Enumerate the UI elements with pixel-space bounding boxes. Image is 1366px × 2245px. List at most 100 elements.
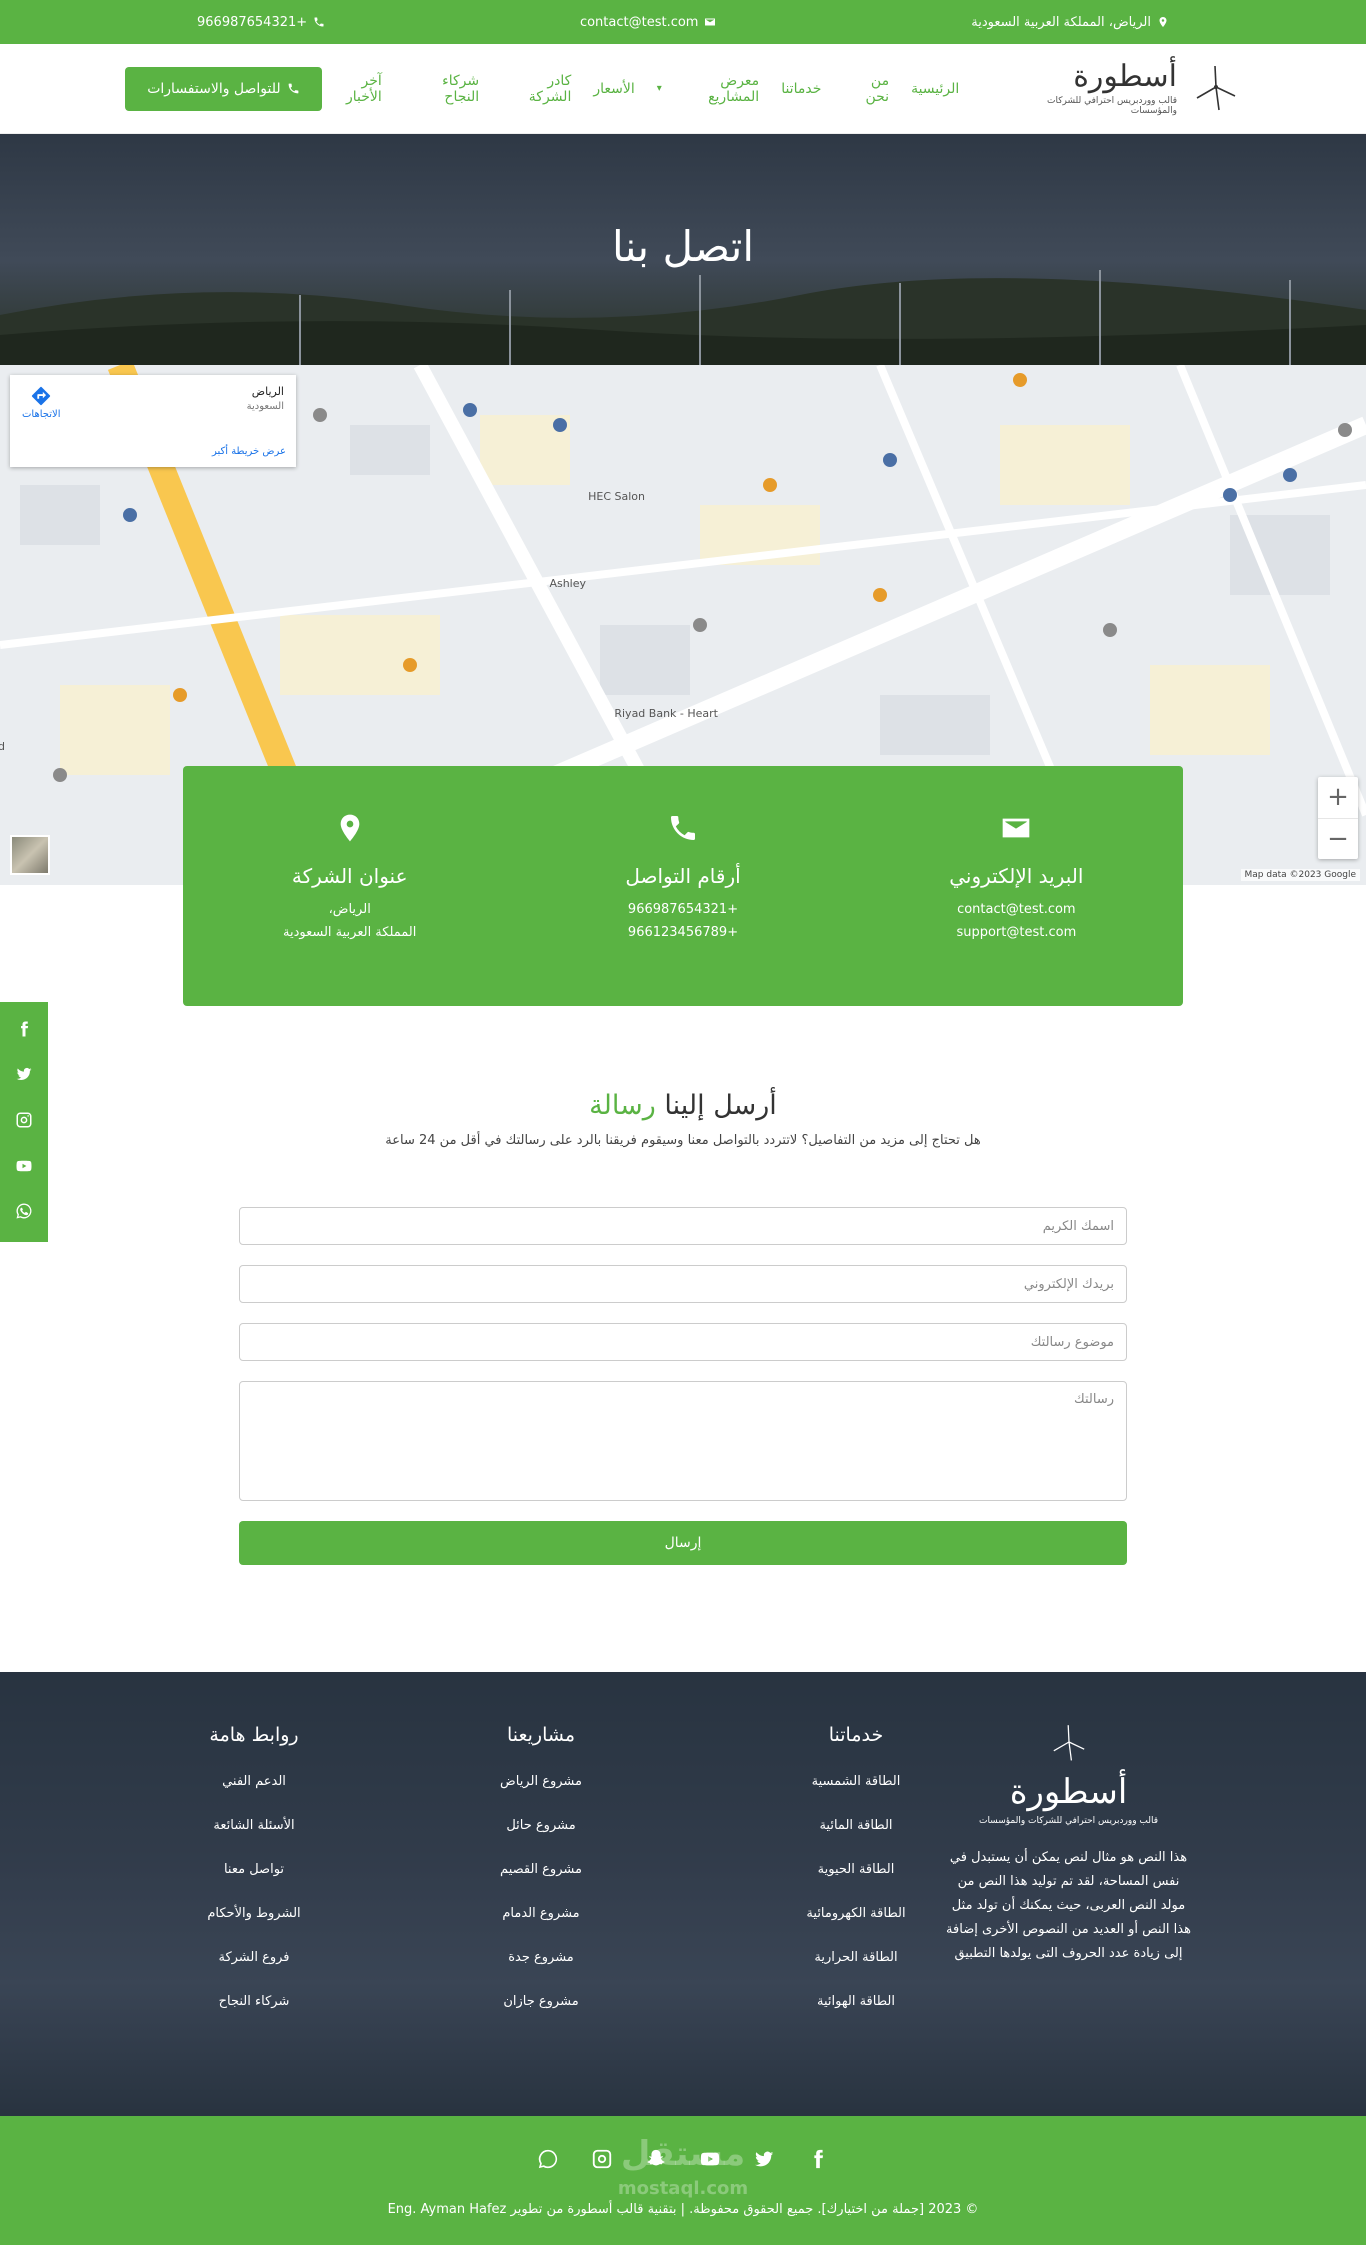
nav-item-services[interactable]: خدماتنا <box>781 73 821 105</box>
logo-title: أسطورة <box>1073 58 1177 94</box>
map-credit: Map data ©2023 Google <box>1240 869 1360 881</box>
footer-about-text: هذا النص هو مثال لنص يمكن أن يستبدل في ن… <box>946 1850 1191 1962</box>
envelope-icon <box>896 812 1136 848</box>
main-nav: الرئيسية من نحن خدماتنا معرض المشاريع ▾ ا… <box>322 73 959 105</box>
directions-icon <box>32 386 51 406</box>
site-logo[interactable]: أسطورة قالب ووردبريس احترافي للشركات وال… <box>999 58 1241 116</box>
page-banner: اتصل بنا <box>0 134 1366 365</box>
youtube-icon[interactable] <box>15 1157 33 1179</box>
footer-link[interactable]: الأسئلة الشائعة <box>174 1818 334 1833</box>
whatsapp-icon[interactable] <box>537 2148 559 2174</box>
instagram-icon[interactable] <box>591 2148 613 2174</box>
message-title-main: أرسل إلينا <box>664 1090 777 1121</box>
nav-item-projects[interactable]: معرض المشاريع ▾ <box>657 73 759 105</box>
footer-projects-title: مشاريعنا <box>506 1724 576 1746</box>
zoom-out-button[interactable]: − <box>1318 817 1358 860</box>
footer-services-column: خدماتنا الطاقة الشمسية الطاقة المائية ال… <box>776 1724 936 2038</box>
footer-link[interactable]: الدعم الفني <box>174 1774 334 1789</box>
contact-phone-1[interactable]: +966987654321 <box>628 902 738 917</box>
footer-service-link[interactable]: الطاقة الهوائية <box>776 1994 936 2009</box>
email-input[interactable]: بريدك الإلكتروني <box>239 1265 1127 1303</box>
larger-map-link[interactable]: عرض خريطة أكبر <box>212 446 286 457</box>
nav-item-home[interactable]: الرئيسية <box>911 73 959 105</box>
send-button[interactable]: إرسال <box>239 1521 1127 1565</box>
page-title: اتصل بنا <box>611 222 755 271</box>
contact-phones-title: أرقام التواصل <box>625 864 741 888</box>
footer-link[interactable]: شركاء النجاح <box>174 1994 334 2009</box>
twitter-icon[interactable] <box>753 2148 775 2174</box>
topbar-phone-text[interactable]: +966987654321 <box>197 15 307 30</box>
directions-label: الاتجاهات <box>22 409 61 420</box>
contact-form: اسمك الكريم بريدك الإلكتروني موضوع رسالت… <box>239 1207 1127 1565</box>
contact-cta-label: للتواصل والاستفسارات <box>147 80 281 97</box>
footer-service-link[interactable]: الطاقة الحرارية <box>776 1950 936 1965</box>
phone-icon <box>288 83 299 94</box>
footer-service-link[interactable]: الطاقة الشمسية <box>776 1774 936 1789</box>
footer-project-link[interactable]: مشروع القصيم <box>461 1862 621 1877</box>
map-marker-icon <box>230 812 470 848</box>
contact-info-card: البريد الإلكتروني contact@test.com suppor… <box>183 766 1183 1006</box>
message-lead: هل تحتاج إلى مزيد من التفاصيل؟ لاتتردد ب… <box>385 1133 981 1148</box>
directions-button[interactable]: الاتجاهات <box>22 385 61 420</box>
wind-turbine-logo-icon <box>1052 1725 1084 1761</box>
nav-item-news[interactable]: آخر الأخبار <box>322 73 382 105</box>
subject-input[interactable]: موضوع رسالتك <box>239 1323 1127 1361</box>
site-footer: أسطورة قالب ووردبريس احترافي للشركات وال… <box>0 1672 1366 2116</box>
nav-item-about[interactable]: من نحن <box>843 73 889 105</box>
message-textarea[interactable]: رسالتك <box>239 1381 1127 1501</box>
footer-project-link[interactable]: مشروع جازان <box>461 1994 621 2009</box>
contact-email-1[interactable]: contact@test.com <box>957 902 1076 917</box>
svg-text:HEC Salon: HEC Salon <box>588 490 645 503</box>
nav-item-team[interactable]: كادر الشركة <box>501 73 572 105</box>
footer-service-link[interactable]: الطاقة الحيوية <box>776 1862 936 1877</box>
topbar-address: الرياض، المملكة العربية السعودية <box>971 15 1169 30</box>
footer-project-link[interactable]: مشروع حائل <box>461 1818 621 1833</box>
contact-phones-block: أرقام التواصل +966987654321 +966123456789 <box>563 812 803 945</box>
map-place-name: الرياض <box>251 385 284 398</box>
envelope-icon <box>705 18 716 26</box>
topbar-phone[interactable]: +966987654321 <box>197 15 325 30</box>
contact-phone-2[interactable]: +966123456789 <box>628 925 738 940</box>
facebook-icon[interactable] <box>807 2148 829 2174</box>
topbar-email-text[interactable]: contact@test.com <box>580 15 699 30</box>
message-section: أرسل إلينا رسالة هل تحتاج إلى مزيد من ال… <box>0 1090 1366 1148</box>
footer-logo-subtitle: قالب ووردبريس احترافي للشركات والمؤسسات <box>978 1816 1159 1826</box>
nav-item-prices[interactable]: الأسعار <box>593 73 634 105</box>
contact-cta-button[interactable]: للتواصل والاستفسارات <box>125 66 322 111</box>
footer-about: أسطورة قالب ووردبريس احترافي للشركات وال… <box>946 1722 1191 1966</box>
whatsapp-icon[interactable] <box>15 1202 33 1224</box>
footer-project-link[interactable]: مشروع الدمام <box>461 1906 621 1921</box>
footer-link[interactable]: تواصل معنا <box>174 1862 334 1877</box>
twitter-icon[interactable] <box>15 1065 33 1087</box>
footer-service-link[interactable]: الطاقة الكهرومائية <box>776 1906 936 1921</box>
footer-project-link[interactable]: مشروع جدة <box>461 1950 621 1965</box>
footer-service-link[interactable]: الطاقة المائية <box>776 1818 936 1833</box>
nav-item-partners[interactable]: شركاء النجاح <box>404 73 479 105</box>
watermark: مستقل <box>620 2134 746 2174</box>
footer-link[interactable]: الشروط والأحكام <box>174 1906 334 1921</box>
svg-text:Riyad Bank - Heart: Riyad Bank - Heart <box>614 707 718 720</box>
top-bar: الرياض، المملكة العربية السعودية contact… <box>0 0 1366 44</box>
topbar-email[interactable]: contact@test.com <box>580 15 717 30</box>
footer-services-title: خدماتنا <box>828 1724 884 1746</box>
footer-link[interactable]: فروع الشركة <box>174 1950 334 1965</box>
name-input[interactable]: اسمك الكريم <box>239 1207 1127 1245</box>
name-input-placeholder: اسمك الكريم <box>1042 1218 1114 1234</box>
zoom-in-button[interactable]: + <box>1318 777 1358 818</box>
map-place-country: السعودية <box>246 401 284 412</box>
contact-email-2[interactable]: support@test.com <box>956 925 1076 940</box>
map-marker-icon <box>1159 17 1167 27</box>
map-zoom-controls: + − <box>1318 777 1358 859</box>
facebook-icon[interactable] <box>15 1020 33 1042</box>
svg-text:els Compound: els Compound <box>0 740 5 753</box>
footer-links-title: روابط هامة <box>209 1724 299 1746</box>
message-textarea-placeholder: رسالتك <box>1074 1392 1114 1407</box>
contact-address-1: الرياض، <box>328 902 371 917</box>
phone-icon <box>314 17 324 27</box>
contact-email-title: البريد الإلكتروني <box>949 864 1084 888</box>
nav-item-projects-label: معرض المشاريع <box>708 72 760 105</box>
contact-address-title: عنوان الشركة <box>291 864 408 888</box>
map-satellite-toggle[interactable] <box>10 835 50 875</box>
wind-turbine-logo-icon <box>1191 62 1241 116</box>
footer-project-link[interactable]: مشروع الرياض <box>461 1774 621 1789</box>
